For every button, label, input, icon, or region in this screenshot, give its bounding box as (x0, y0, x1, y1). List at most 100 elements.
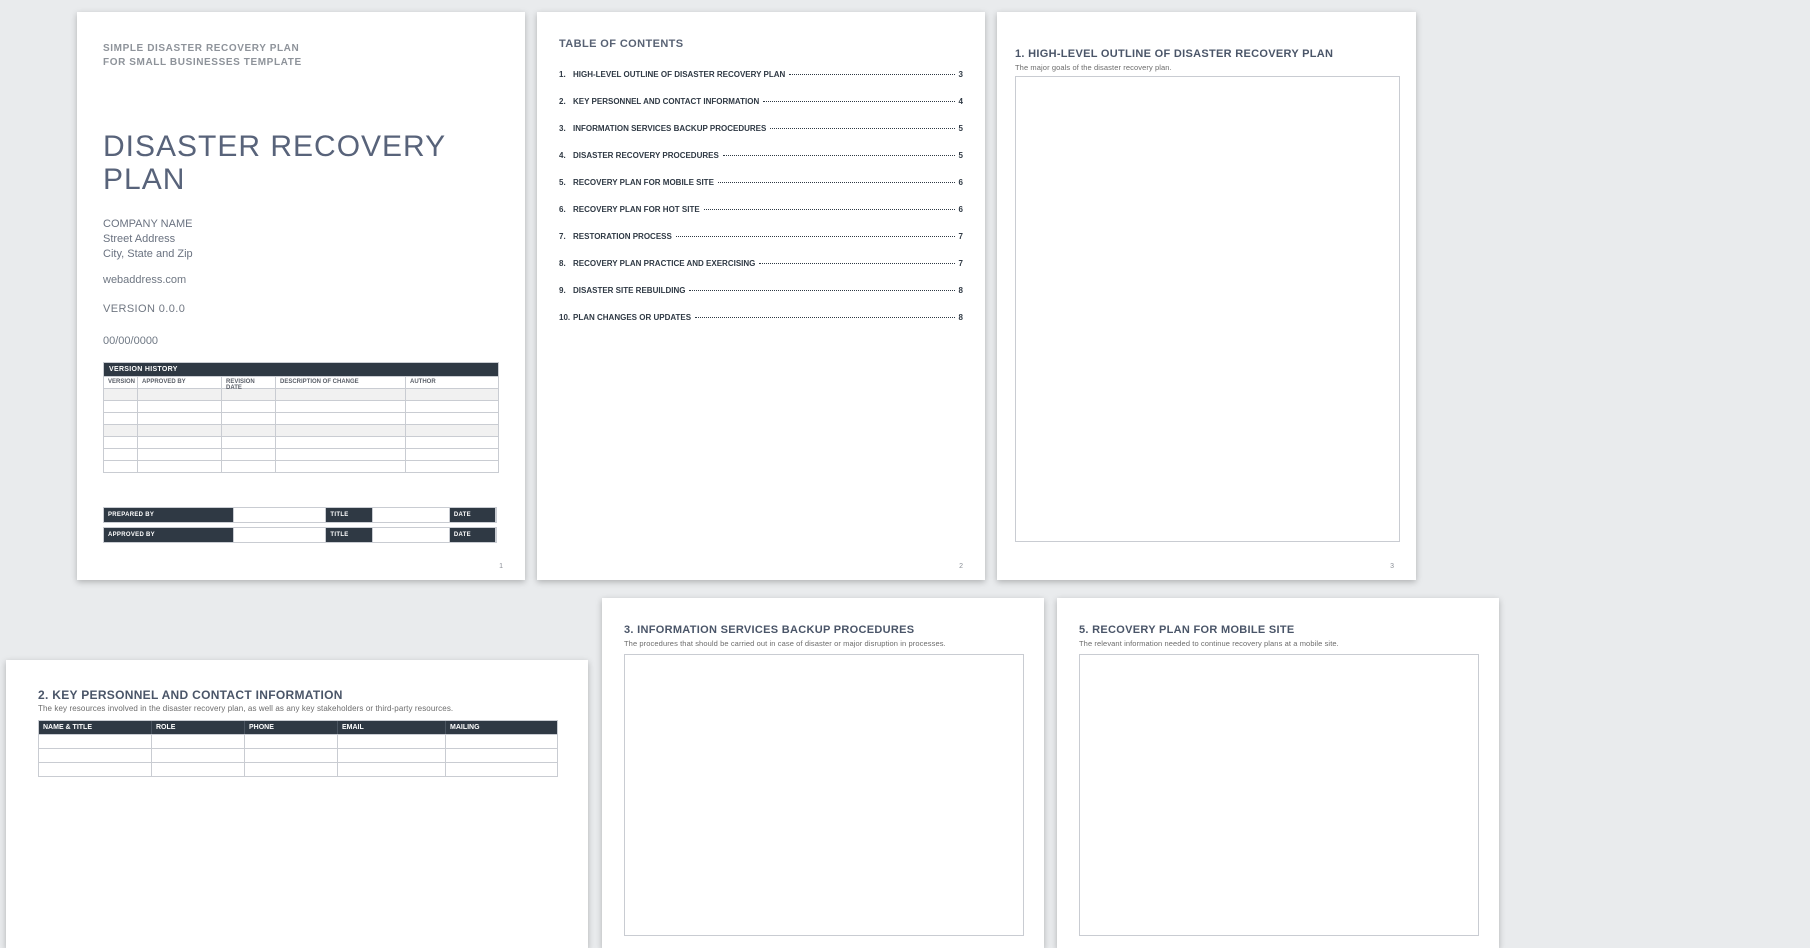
table-row (39, 748, 557, 762)
toc-title: RESTORATION PROCESS (573, 232, 674, 241)
toc-page: 6 (957, 205, 963, 214)
toc-number: 2. (559, 97, 573, 106)
toc-leader (704, 209, 955, 210)
toc-page: 4 (957, 97, 963, 106)
version-history-table: VERSION HISTORY VERSION APPROVED BY REVI… (103, 362, 499, 473)
col-author: AUTHOR (406, 377, 498, 388)
template-supertitle-line: FOR SMALL BUSINESSES TEMPLATE (103, 56, 302, 70)
table-row (104, 448, 498, 460)
value-cell (234, 508, 326, 522)
toc-number: 10. (559, 313, 573, 322)
version-history-header: VERSION HISTORY (104, 363, 498, 376)
page-number: 2 (959, 563, 963, 570)
col-desc: DESCRIPTION OF CHANGE (276, 377, 406, 388)
document-title: DISASTER RECOVERY PLAN (103, 130, 446, 196)
label-date: DATE (450, 508, 496, 522)
toc-title: RECOVERY PLAN PRACTICE AND EXERCISING (573, 259, 757, 268)
toc-leader (695, 317, 954, 318)
section-subtitle: The major goals of the disaster recovery… (1015, 63, 1172, 72)
toc-leader (718, 182, 955, 183)
col-role: ROLE (152, 721, 245, 734)
toc-leader (676, 236, 955, 237)
doc-page-5: 3. INFORMATION SERVICES BACKUP PROCEDURE… (602, 598, 1044, 948)
table-row (39, 734, 557, 748)
toc-leader (789, 74, 954, 75)
document-title-line: DISASTER RECOVERY (103, 130, 446, 163)
toc-number: 3. (559, 124, 573, 133)
toc-number: 8. (559, 259, 573, 268)
toc-page: 8 (957, 286, 963, 295)
page-number: 3 (1390, 563, 1394, 570)
section-subtitle: The key resources involved in the disast… (38, 704, 453, 713)
doc-page-4: 2. KEY PERSONNEL AND CONTACT INFORMATION… (6, 660, 588, 948)
col-approved: APPROVED BY (138, 377, 222, 388)
toc-leader (759, 263, 954, 264)
section-heading: 1. HIGH-LEVEL OUTLINE OF DISASTER RECOVE… (1015, 48, 1333, 60)
col-version: VERSION (104, 377, 138, 388)
toc-page: 7 (957, 259, 963, 268)
toc-title: KEY PERSONNEL AND CONTACT INFORMATION (573, 97, 761, 106)
table-row (39, 762, 557, 776)
toc-list: 1.HIGH-LEVEL OUTLINE OF DISASTER RECOVER… (559, 70, 963, 340)
table-row (104, 388, 498, 400)
section-heading: 5. RECOVERY PLAN FOR MOBILE SITE (1079, 624, 1295, 636)
content-box (624, 654, 1024, 936)
company-block: COMPANY NAME Street Address City, State … (103, 217, 193, 262)
toc-title: HIGH-LEVEL OUTLINE OF DISASTER RECOVERY … (573, 70, 787, 79)
label-title: TITLE (326, 528, 372, 542)
toc-number: 5. (559, 178, 573, 187)
toc-number: 6. (559, 205, 573, 214)
web-address: webaddress.com (103, 274, 186, 286)
page-number: 1 (499, 563, 503, 570)
doc-page-6: 5. RECOVERY PLAN FOR MOBILE SITE The rel… (1057, 598, 1499, 948)
company-street: Street Address (103, 232, 193, 247)
toc-item: 5.RECOVERY PLAN FOR MOBILE SITE6 (559, 178, 963, 187)
toc-title: DISASTER SITE REBUILDING (573, 286, 687, 295)
toc-item: 2.KEY PERSONNEL AND CONTACT INFORMATION 4 (559, 97, 963, 106)
toc-item: 8.RECOVERY PLAN PRACTICE AND EXERCISING 7 (559, 259, 963, 268)
label-date: DATE (450, 528, 496, 542)
toc-leader (689, 290, 954, 291)
table-header-row: NAME & TITLE ROLE PHONE EMAIL MAILING (39, 721, 557, 734)
col-name-title: NAME & TITLE (39, 721, 152, 734)
col-email: EMAIL (338, 721, 446, 734)
section-heading: 3. INFORMATION SERVICES BACKUP PROCEDURE… (624, 624, 914, 636)
toc-title: INFORMATION SERVICES BACKUP PROCEDURES (573, 124, 768, 133)
section-subtitle: The procedures that should be carried ou… (624, 639, 946, 648)
table-header-row: VERSION APPROVED BY REVISION DATE DESCRI… (104, 376, 498, 388)
company-name: COMPANY NAME (103, 217, 193, 232)
toc-item: 4.DISASTER RECOVERY PROCEDURES5 (559, 151, 963, 160)
toc-title: PLAN CHANGES OR UPDATES (573, 313, 693, 322)
toc-number: 9. (559, 286, 573, 295)
toc-leader (763, 101, 954, 102)
template-supertitle: SIMPLE DISASTER RECOVERY PLAN FOR SMALL … (103, 42, 302, 69)
value-cell (373, 528, 450, 542)
label-approved: APPROVED BY (104, 528, 234, 542)
doc-page-3: 1. HIGH-LEVEL OUTLINE OF DISASTER RECOVE… (997, 12, 1416, 580)
toc-number: 1. (559, 70, 573, 79)
col-phone: PHONE (245, 721, 338, 734)
doc-page-2: TABLE OF CONTENTS 1.HIGH-LEVEL OUTLINE O… (537, 12, 985, 580)
toc-item: 3.INFORMATION SERVICES BACKUP PROCEDURES… (559, 124, 963, 133)
version-history-body (104, 388, 498, 472)
value-cell (373, 508, 450, 522)
toc-heading: TABLE OF CONTENTS (559, 38, 684, 50)
toc-page: 5 (957, 151, 963, 160)
toc-leader (770, 128, 954, 129)
toc-title: DISASTER RECOVERY PROCEDURES (573, 151, 721, 160)
toc-item: 10.PLAN CHANGES OR UPDATES 8 (559, 313, 963, 322)
prepared-by-row: PREPARED BY TITLE DATE (103, 507, 497, 523)
toc-title: RECOVERY PLAN FOR HOT SITE (573, 205, 702, 214)
section-subtitle: The relevant information needed to conti… (1079, 639, 1339, 648)
content-box (1015, 76, 1400, 542)
table-row (104, 412, 498, 424)
toc-page: 8 (957, 313, 963, 322)
label-prepared: PREPARED BY (104, 508, 234, 522)
approved-by-row: APPROVED BY TITLE DATE (103, 527, 497, 543)
toc-item: 9.DISASTER SITE REBUILDING 8 (559, 286, 963, 295)
toc-page: 3 (957, 70, 963, 79)
version-label: VERSION 0.0.0 (103, 303, 185, 315)
table-row (104, 400, 498, 412)
personnel-table: NAME & TITLE ROLE PHONE EMAIL MAILING (38, 720, 558, 777)
document-title-line: PLAN (103, 163, 446, 196)
